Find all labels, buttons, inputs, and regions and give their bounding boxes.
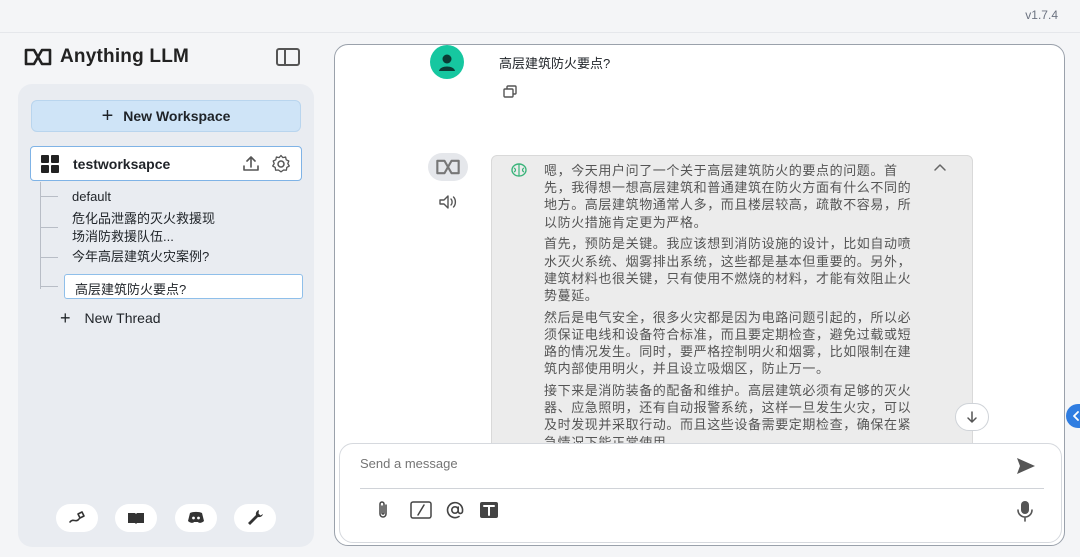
thread-item-default[interactable]: default (72, 188, 111, 206)
message-input[interactable] (360, 456, 980, 471)
new-workspace-button[interactable]: + New Workspace (31, 100, 301, 132)
plus-icon: + (101, 105, 114, 127)
thinking-paragraph: 首先，预防是关键。我应该想到消防设施的设计，比如自动喷水灭火系统、烟雾排出系统，… (544, 236, 912, 303)
top-divider (0, 32, 1080, 33)
new-workspace-label: New Workspace (123, 108, 231, 124)
slash-command-icon[interactable] (410, 500, 432, 520)
anything-llm-logo-icon (24, 48, 52, 66)
sidebar: + New Workspace testworksapce default 危化… (18, 84, 314, 547)
thread-connector (40, 227, 58, 228)
attachment-icon[interactable] (372, 500, 394, 520)
gear-icon[interactable] (271, 154, 291, 174)
send-icon[interactable] (1015, 456, 1037, 476)
chevron-up-icon[interactable] (932, 160, 948, 174)
brain-icon (511, 163, 527, 177)
brand: Anything LLM (24, 44, 189, 70)
arrow-down-icon (967, 411, 977, 423)
thread-item-line: 场消防救援队伍... (72, 229, 174, 244)
thread-item-cases[interactable]: 今年高层建筑火灾案例? (72, 248, 209, 266)
assistant-avatar (428, 153, 468, 181)
user-avatar (430, 45, 464, 79)
thread-connector (40, 196, 58, 197)
text-size-icon[interactable] (478, 500, 500, 520)
thinking-paragraph: 接下来是消防装备的配备和维护。高层建筑必须有足够的灭火器、应急照明，还有自动报警… (544, 382, 912, 450)
composer-divider (360, 488, 1044, 489)
plus-icon: + (60, 308, 71, 328)
scroll-to-bottom-button[interactable] (955, 403, 989, 431)
user-icon (439, 54, 455, 71)
user-message: 高层建筑防火要点? (499, 56, 611, 71)
community-hub-icon[interactable] (56, 504, 98, 532)
chat-panel: 高层建筑防火要点? 嗯，今天用户问了一个关于高层建筑防火的要点的问题。首先，我得… (334, 44, 1065, 546)
sidebar-toggle-icon[interactable] (276, 48, 300, 66)
workspace-grid-icon (41, 154, 59, 173)
discord-icon[interactable] (174, 504, 217, 532)
thread-connector (40, 257, 58, 258)
docs-book-icon[interactable] (115, 504, 158, 532)
upload-icon[interactable] (241, 154, 261, 174)
workspace-item[interactable]: testworksapce (30, 146, 302, 181)
at-mention-icon[interactable] (444, 500, 466, 520)
copy-icon[interactable] (501, 83, 519, 101)
thread-item-line: 危化品泄露的灭火救援现 (72, 211, 216, 226)
thread-item-hazmat[interactable]: 危化品泄露的灭火救援现 场消防救援队伍... (72, 210, 262, 246)
brand-name: Anything LLM (60, 46, 190, 67)
thinking-block: 嗯，今天用户问了一个关于高层建筑防火的要点的问题。首先，我得想一想高层建筑和普通… (491, 155, 973, 455)
message-composer (339, 443, 1062, 543)
new-thread-button[interactable]: + New Thread (60, 309, 161, 327)
thread-tree-line (40, 182, 41, 289)
new-thread-label: New Thread (84, 310, 161, 326)
thinking-paragraph: 嗯，今天用户问了一个关于高层建筑防火的要点的问题。首先，我得想一想高层建筑和普通… (544, 163, 912, 230)
settings-wrench-icon[interactable] (233, 504, 276, 532)
anything-llm-logo-icon (436, 159, 460, 175)
version-label: v1.7.4 (1025, 8, 1058, 22)
thread-connector (40, 286, 58, 287)
speaker-icon[interactable] (437, 193, 459, 211)
thinking-paragraph: 然后是电气安全，很多火灾都是因为电路问题引起的，所以必须保证电线和设备符合标准，… (544, 309, 912, 377)
sidebar-footer (56, 504, 276, 532)
thread-item-active[interactable]: 高层建筑防火要点? (64, 274, 303, 299)
microphone-icon[interactable] (1015, 500, 1035, 522)
workspace-name: testworksapce (73, 155, 171, 172)
panel-expand-button[interactable] (1066, 404, 1080, 428)
chevron-left-icon (1073, 411, 1079, 421)
